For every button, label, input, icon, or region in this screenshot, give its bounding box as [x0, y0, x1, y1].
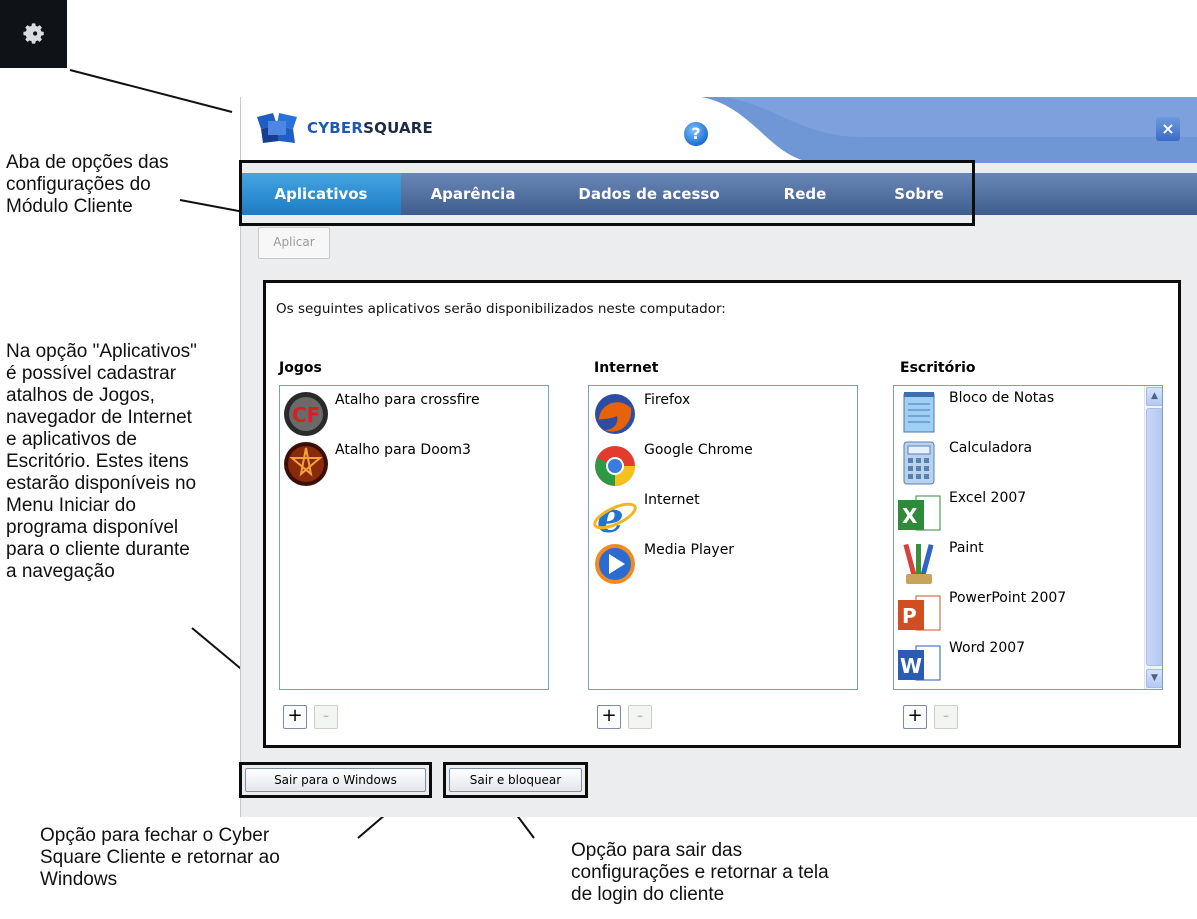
remove-jogos-button[interactable]: - — [314, 705, 338, 729]
scroll-thumb[interactable] — [1146, 408, 1162, 666]
svg-text:X: X — [902, 504, 918, 528]
media-player-icon — [595, 544, 635, 584]
internet-explorer-icon: e — [593, 493, 637, 538]
item-label: Calculadora — [949, 440, 1033, 456]
connector-gear — [69, 69, 233, 113]
list-item[interactable]: W Word 2007 — [894, 638, 1144, 688]
powerpoint-icon: P — [898, 595, 941, 631]
applications-panel: Os seguintes aplicativos serão disponibi… — [263, 280, 1181, 748]
doom3-icon — [284, 442, 328, 486]
list-item[interactable]: Media Player — [589, 540, 857, 590]
connector-exit-lock — [515, 813, 535, 839]
tabs-annotation: Aba de opções das configurações do Módul… — [6, 152, 169, 217]
paint-icon — [903, 543, 934, 584]
list-item[interactable]: X Excel 2007 — [894, 488, 1144, 538]
escritorio-list: Bloco de Notas Calculadora X Excel 2007 … — [893, 385, 1163, 690]
list-item[interactable]: P PowerPoint 2007 — [894, 588, 1144, 638]
list-item[interactable]: e Internet — [589, 490, 857, 540]
exit-lock-annotation: Opção para sair das configurações e reto… — [571, 840, 829, 905]
item-label: Word 2007 — [949, 640, 1026, 656]
connector-exit-windows — [357, 813, 387, 839]
list-item[interactable]: Paint — [894, 538, 1144, 588]
help-button[interactable]: ? — [684, 122, 708, 146]
scroll-up-arrow-icon[interactable]: ▲ — [1146, 387, 1162, 406]
title-bar: CYBERSQUARE ? × — [241, 97, 1197, 163]
internet-list: Firefox Google Chrome e Internet Media P… — [588, 385, 858, 690]
svg-text:P: P — [902, 604, 917, 628]
applications-annotation: Na opção "Aplicativos" é possível cadast… — [6, 341, 197, 582]
exit-and-lock-button[interactable]: Sair e bloquear — [449, 768, 582, 792]
close-button[interactable]: × — [1156, 117, 1180, 141]
excel-icon: X — [898, 495, 941, 531]
list-item[interactable]: CF Atalho para crossfire — [280, 390, 548, 440]
list-item[interactable]: Calculadora — [894, 438, 1144, 488]
item-label: Atalho para crossfire — [335, 392, 480, 408]
column-title-internet: Internet — [594, 360, 659, 376]
jogos-list: CF Atalho para crossfire Atalho para Doo… — [279, 385, 549, 690]
item-label: Google Chrome — [644, 442, 753, 458]
exit-lock-highlight: Sair e bloquear — [443, 762, 588, 798]
tabs-highlight-box — [239, 160, 975, 226]
svg-text:W: W — [900, 654, 922, 678]
calculator-icon — [903, 441, 935, 485]
scroll-down-arrow-icon[interactable]: ▼ — [1146, 669, 1162, 688]
item-label: Media Player — [644, 542, 735, 558]
word-icon: W — [898, 645, 941, 681]
connector-tabs — [179, 199, 245, 213]
item-label: Internet — [644, 492, 700, 508]
column-title-escritorio: Escritório — [900, 360, 976, 376]
item-label: Bloco de Notas — [949, 390, 1055, 406]
item-label: Paint — [949, 540, 984, 556]
item-label: Atalho para Doom3 — [335, 442, 471, 458]
remove-internet-button[interactable]: - — [628, 705, 652, 729]
remove-escritorio-button[interactable]: - — [934, 705, 958, 729]
svg-text:CF: CF — [292, 403, 320, 427]
brand-cyber: CYBER — [307, 119, 364, 137]
crossfire-icon: CF — [284, 392, 328, 436]
list-item[interactable]: Atalho para Doom3 — [280, 440, 548, 490]
escritorio-scrollbar[interactable]: ▲ ▼ — [1144, 386, 1162, 689]
cybersquare-logo-icon — [257, 113, 297, 143]
add-internet-button[interactable]: + — [597, 705, 621, 729]
column-title-jogos: Jogos — [279, 360, 322, 376]
exit-windows-annotation: Opção para fechar o Cyber Square Cliente… — [40, 825, 280, 890]
brand-square: SQUARE — [363, 119, 433, 137]
brand-name: CYBERSQUARE — [307, 119, 433, 137]
apply-button[interactable]: Aplicar — [258, 227, 330, 259]
exit-windows-highlight: Sair para o Windows — [239, 762, 432, 798]
list-item[interactable]: Bloco de Notas — [894, 388, 1144, 438]
exit-to-windows-button[interactable]: Sair para o Windows — [245, 768, 426, 792]
title-bar-decoration — [701, 97, 1197, 163]
firefox-icon — [595, 394, 635, 434]
list-item[interactable]: Google Chrome — [589, 440, 857, 490]
add-escritorio-button[interactable]: + — [903, 705, 927, 729]
item-label: PowerPoint 2007 — [949, 590, 1067, 606]
add-jogos-button[interactable]: + — [283, 705, 307, 729]
panel-description: Os seguintes aplicativos serão disponibi… — [276, 301, 726, 317]
item-label: Excel 2007 — [949, 490, 1027, 506]
item-label: Firefox — [644, 392, 691, 408]
list-item[interactable]: Firefox — [589, 390, 857, 440]
notepad-icon — [903, 392, 935, 433]
google-chrome-icon — [595, 446, 635, 486]
